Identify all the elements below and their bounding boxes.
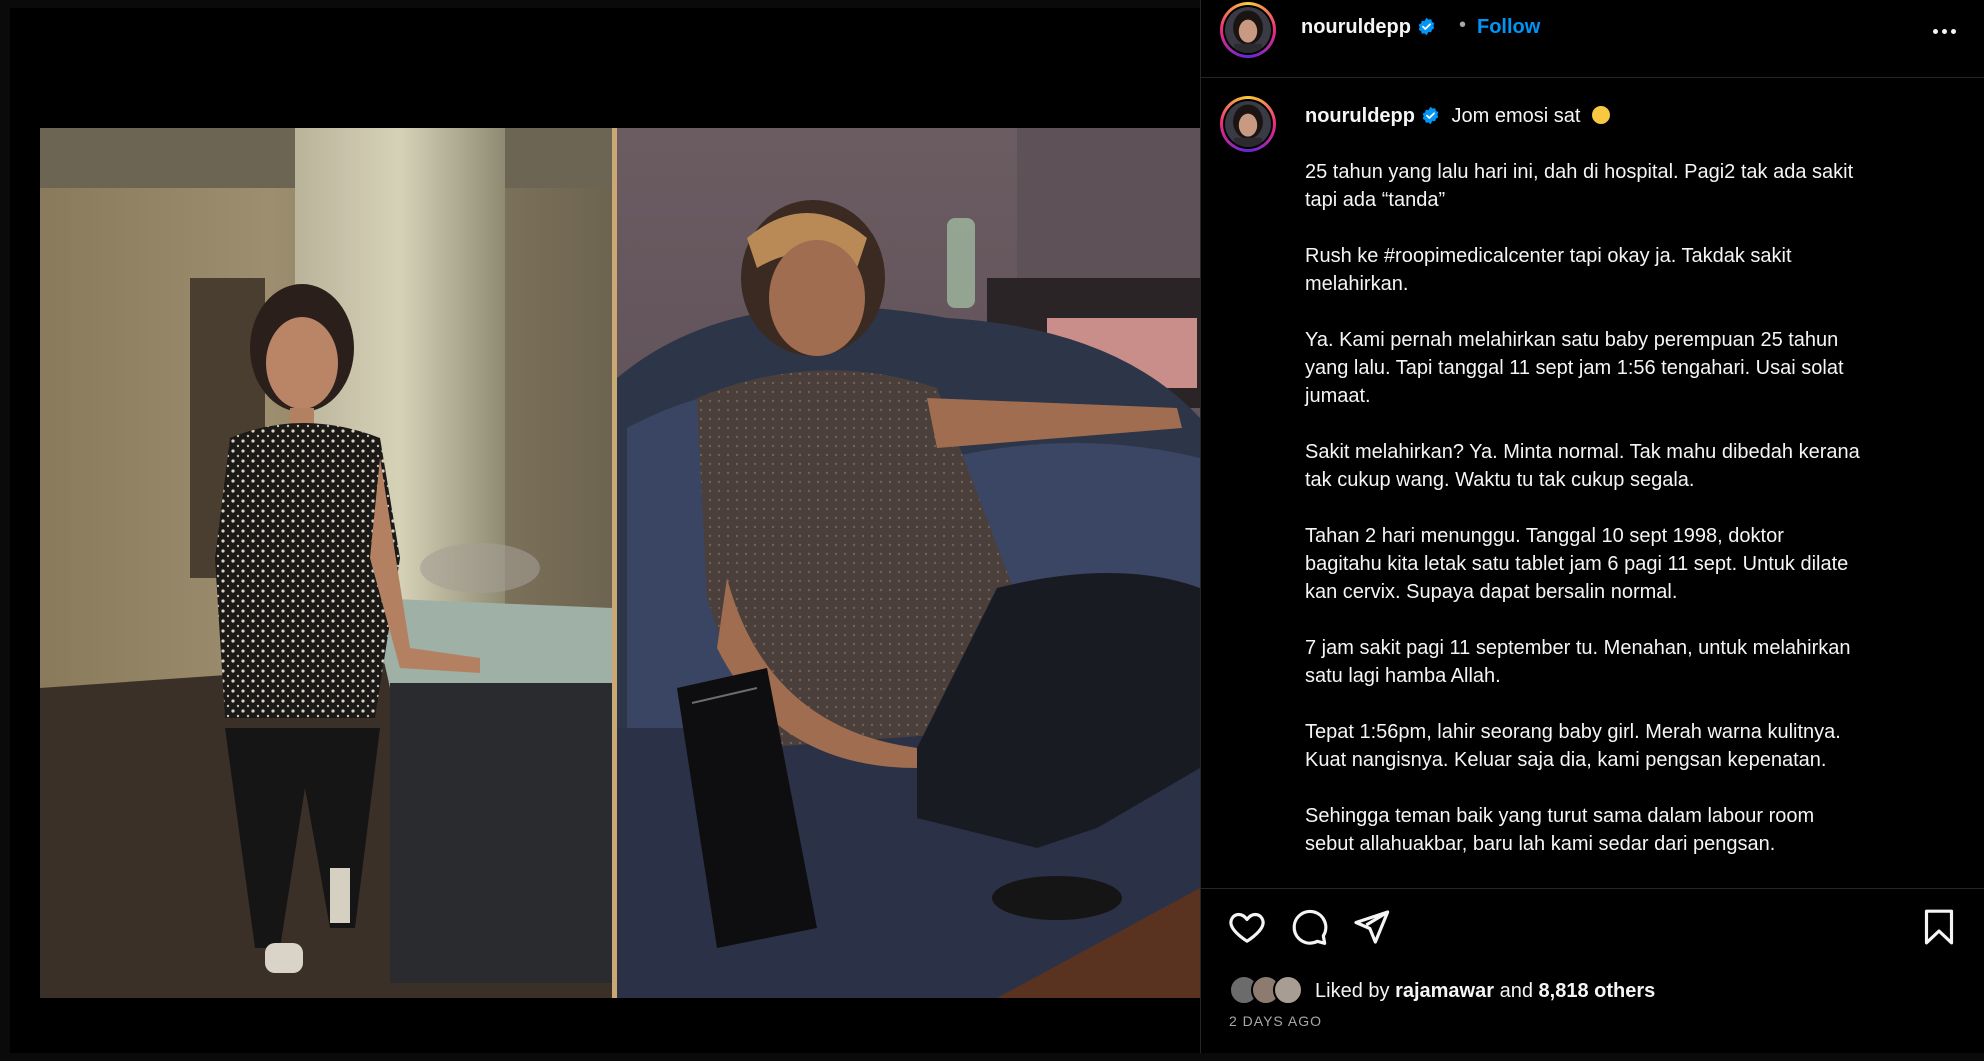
avatar-image [1223,5,1273,55]
post-actions: Liked by rajamawar and 8,818 others 2 DA… [1201,888,1984,1061]
caption-paragraph: Ya. Kami pernah melahirkan satu baby per… [1305,329,1844,407]
post-media [0,0,1200,1061]
caption-username[interactable]: nouruldepp [1305,105,1415,127]
caption-title: Jom emosi sat [1451,105,1581,127]
caption-paragraph: Sakit melahirkan? Ya. Minta normal. Tak … [1305,441,1860,491]
verified-badge-icon [1422,106,1439,125]
liker-avatars[interactable] [1229,975,1307,1007]
comment-icon[interactable] [1289,907,1329,947]
photo-left-woman-standing [40,128,612,998]
header-separator-dot: • [1459,14,1467,36]
window-frame-bottom [0,1053,1984,1061]
liked-by-and: and [1499,979,1533,1002]
caption-body: 25 tahun yang lalu hari ini, dah di hosp… [1305,158,1945,886]
send-icon[interactable] [1351,907,1391,947]
caption-header: nouruldepp Jom emosi sat [1305,102,1611,130]
likes-summary: Liked by rajamawar and 8,818 others [1229,975,1655,1007]
header-username[interactable]: nouruldepp [1301,16,1436,39]
caption-avatar[interactable] [1220,96,1276,152]
caption-paragraph: Rush ke #roopimedicalcenter tapi okay ja… [1305,245,1792,295]
header-username-text: nouruldepp [1301,16,1411,38]
liker-avatar [1273,975,1303,1005]
caption-paragraph: Tepat 1:56pm, lahir seorang baby girl. M… [1305,721,1841,771]
post-photo[interactable] [40,128,1200,998]
follow-button[interactable]: Follow [1477,16,1540,39]
caption-area: nouruldepp Jom emosi sat 25 tahun yang l… [1201,78,1984,888]
caption-avatar-image [1223,99,1273,149]
verified-badge-icon [1418,17,1435,36]
media-frame-edge-top [0,0,1200,8]
bookmark-icon[interactable] [1919,907,1959,947]
caption-paragraph: Tahan 2 hari menunggu. Tanggal 10 sept 1… [1305,525,1849,603]
heart-icon[interactable] [1227,907,1267,947]
photo-right-woman-sitting [617,128,1200,998]
post-timestamp[interactable]: 2 DAYS AGO [1229,1013,1322,1029]
liked-by-others[interactable]: 8,818 others [1539,980,1656,1003]
post-header: nouruldepp • Follow [1201,0,1984,78]
caption-paragraph: 7 jam sakit pagi 11 september tu. Menaha… [1305,637,1851,687]
caption-paragraph: 25 tahun yang lalu hari ini, dah di hosp… [1305,161,1854,211]
crying-face-emoji-icon [1592,106,1611,124]
avatar[interactable] [1220,2,1276,58]
post-side-panel: nouruldepp • Follow nouruldepp Jom emosi… [1200,0,1984,1061]
media-frame-edge-left [0,0,10,1061]
more-options-icon[interactable] [1929,16,1959,46]
liked-by-user[interactable]: rajamawar [1395,980,1494,1003]
liked-by-prefix: Liked by [1315,979,1390,1002]
caption-paragraph: Sehingga teman baik yang turut sama dala… [1305,805,1815,855]
